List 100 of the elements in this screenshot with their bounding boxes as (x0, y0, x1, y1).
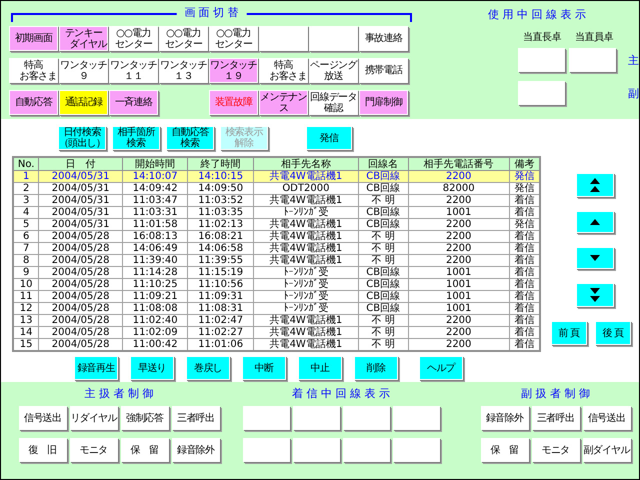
screen-button[interactable]: ○○電力 センター (209, 26, 258, 51)
table-cell: 着信 (509, 326, 540, 338)
screen-button[interactable]: 事故連絡 (359, 26, 408, 51)
table-cell: 不 明 (358, 338, 408, 351)
table-cell: 共電4W電話機1 (253, 338, 358, 351)
table-cell: 2200 (408, 314, 510, 326)
table-cell: 1001 (408, 206, 510, 218)
table-cell: 着信 (509, 254, 540, 266)
table-cell: 2004/05/28 (38, 230, 122, 242)
table-cell: 不 明 (358, 194, 408, 206)
table-cell: 共電4W電話機1 (253, 194, 358, 206)
scroll-button[interactable] (576, 247, 614, 269)
control-button[interactable]: 保 留 (120, 438, 169, 462)
control-button[interactable]: 録音除外 (172, 438, 220, 462)
control-button[interactable]: 録音除外 (480, 406, 529, 430)
line-display (292, 438, 340, 462)
screen-button[interactable]: メンテナン ス (259, 90, 308, 115)
table-cell: CB回線 (358, 290, 408, 302)
control-button[interactable]: 信号送出 (18, 406, 67, 430)
screen-button[interactable]: テンキー ダイヤル (59, 26, 108, 51)
table-cell: 着信 (509, 278, 540, 290)
page-button[interactable]: 前 頁 (551, 321, 587, 345)
action-button[interactable]: ヘルプ (419, 356, 463, 380)
search-button[interactable]: 自動応答 検索 (166, 126, 214, 150)
action-button[interactable]: 中止 (298, 356, 342, 380)
screen-button[interactable]: ○○電力 センター (159, 26, 208, 51)
table-cell: 2004/05/28 (38, 242, 122, 254)
table-cell: 2200 (408, 242, 510, 254)
control-button[interactable]: リダイヤル (70, 406, 118, 430)
table-cell: 11:02:27 (188, 326, 254, 338)
screen-button[interactable]: 自動応答 (9, 90, 58, 115)
control-button[interactable]: 保 留 (480, 438, 529, 462)
control-button[interactable]: モニタ (532, 438, 580, 462)
table-cell: 9 (13, 266, 39, 278)
column-label: 当直員卓 (574, 30, 614, 44)
control-button[interactable]: 三者呼出 (172, 406, 220, 430)
table-cell: 2004/05/28 (38, 266, 122, 278)
screen-button[interactable]: 回線データ 確認 (309, 90, 358, 115)
table-cell: 8 (13, 254, 39, 266)
search-button[interactable]: 日付検索 （頭出し） (58, 126, 106, 150)
table-cell: 11:00:42 (122, 338, 188, 351)
table-cell: CB回線 (358, 182, 408, 194)
call-button[interactable]: 発信 (306, 126, 352, 150)
screen-button[interactable]: 初期画面 (9, 26, 58, 51)
screen-button[interactable]: ページング 放送 (309, 58, 358, 83)
scroll-button[interactable] (576, 211, 614, 233)
table-cell: 着信 (509, 314, 540, 326)
screen-button[interactable]: ワンタッチ １３ (159, 58, 208, 83)
table-cell: 不 明 (358, 326, 408, 338)
control-button[interactable]: 三者呼出 (532, 406, 580, 430)
table-cell: 11:39:55 (188, 254, 254, 266)
table-cell: 13 (13, 314, 39, 326)
table-cell: 11:08:31 (188, 302, 254, 314)
table-cell: 2004/05/28 (38, 326, 122, 338)
table-cell: 2200 (408, 230, 510, 242)
screen-button[interactable]: 一斉連絡 (109, 90, 158, 115)
screen-button[interactable]: 携帯電話 (359, 58, 408, 83)
line-display (292, 406, 340, 430)
table-cell: 2200 (408, 254, 510, 266)
line-display (242, 406, 290, 430)
line-display (569, 48, 616, 72)
screen-button[interactable]: 通話記録 (59, 90, 108, 115)
action-button[interactable]: 録音再生 (74, 356, 118, 380)
screen-button[interactable]: ワンタッチ ９ (59, 58, 108, 83)
table-cell: ﾄｰﾝﾘﾝｶﾞ受 (253, 278, 358, 290)
screen-button[interactable]: 特高 お客さま (259, 58, 308, 83)
action-button[interactable]: 巻戻し (186, 356, 230, 380)
screen-button[interactable]: 門扉制御 (359, 90, 408, 115)
scroll-button[interactable] (576, 283, 614, 307)
table-cell: 2200 (408, 338, 510, 351)
action-button[interactable]: 早送り (130, 356, 174, 380)
scroll-button[interactable] (576, 173, 614, 197)
double-up-icon (590, 178, 600, 192)
screen-button[interactable]: ワンタッチ １９ (209, 58, 258, 83)
action-button[interactable]: 削除 (354, 356, 398, 380)
table-cell: 共電4W電話機1 (253, 218, 358, 230)
table-cell: 3 (13, 194, 39, 206)
control-button[interactable]: 強制応答 (120, 406, 169, 430)
screen-button[interactable]: 特高 お客さま (9, 58, 58, 83)
line-display (392, 406, 440, 430)
control-button[interactable]: 復 旧 (18, 438, 67, 462)
control-button[interactable]: モニタ (70, 438, 118, 462)
table-cell: 11:03:52 (188, 194, 254, 206)
line-display (392, 438, 440, 462)
control-button[interactable]: 副ダイヤル (582, 438, 631, 462)
table-cell: 11:09:21 (122, 290, 188, 302)
table-cell: 16:08:13 (122, 230, 188, 242)
screen-button[interactable]: ○○電力 センター (109, 26, 158, 51)
action-button[interactable]: 中断 (242, 356, 286, 380)
column-header: 日 付 (38, 157, 122, 170)
table-cell: 11:02:09 (122, 326, 188, 338)
page-button[interactable]: 後 頁 (595, 321, 631, 345)
table-cell: 11 (13, 290, 39, 302)
table-cell: 11:09:31 (188, 290, 254, 302)
table-cell: 2200 (408, 326, 510, 338)
control-button[interactable]: 信号送出 (582, 406, 631, 430)
table-cell: 共電4W電話機1 (253, 242, 358, 254)
screen-button[interactable]: ワンタッチ １１ (109, 58, 158, 83)
table-cell: 2004/05/31 (38, 182, 122, 194)
search-button[interactable]: 相手箇所 検索 (112, 126, 160, 150)
